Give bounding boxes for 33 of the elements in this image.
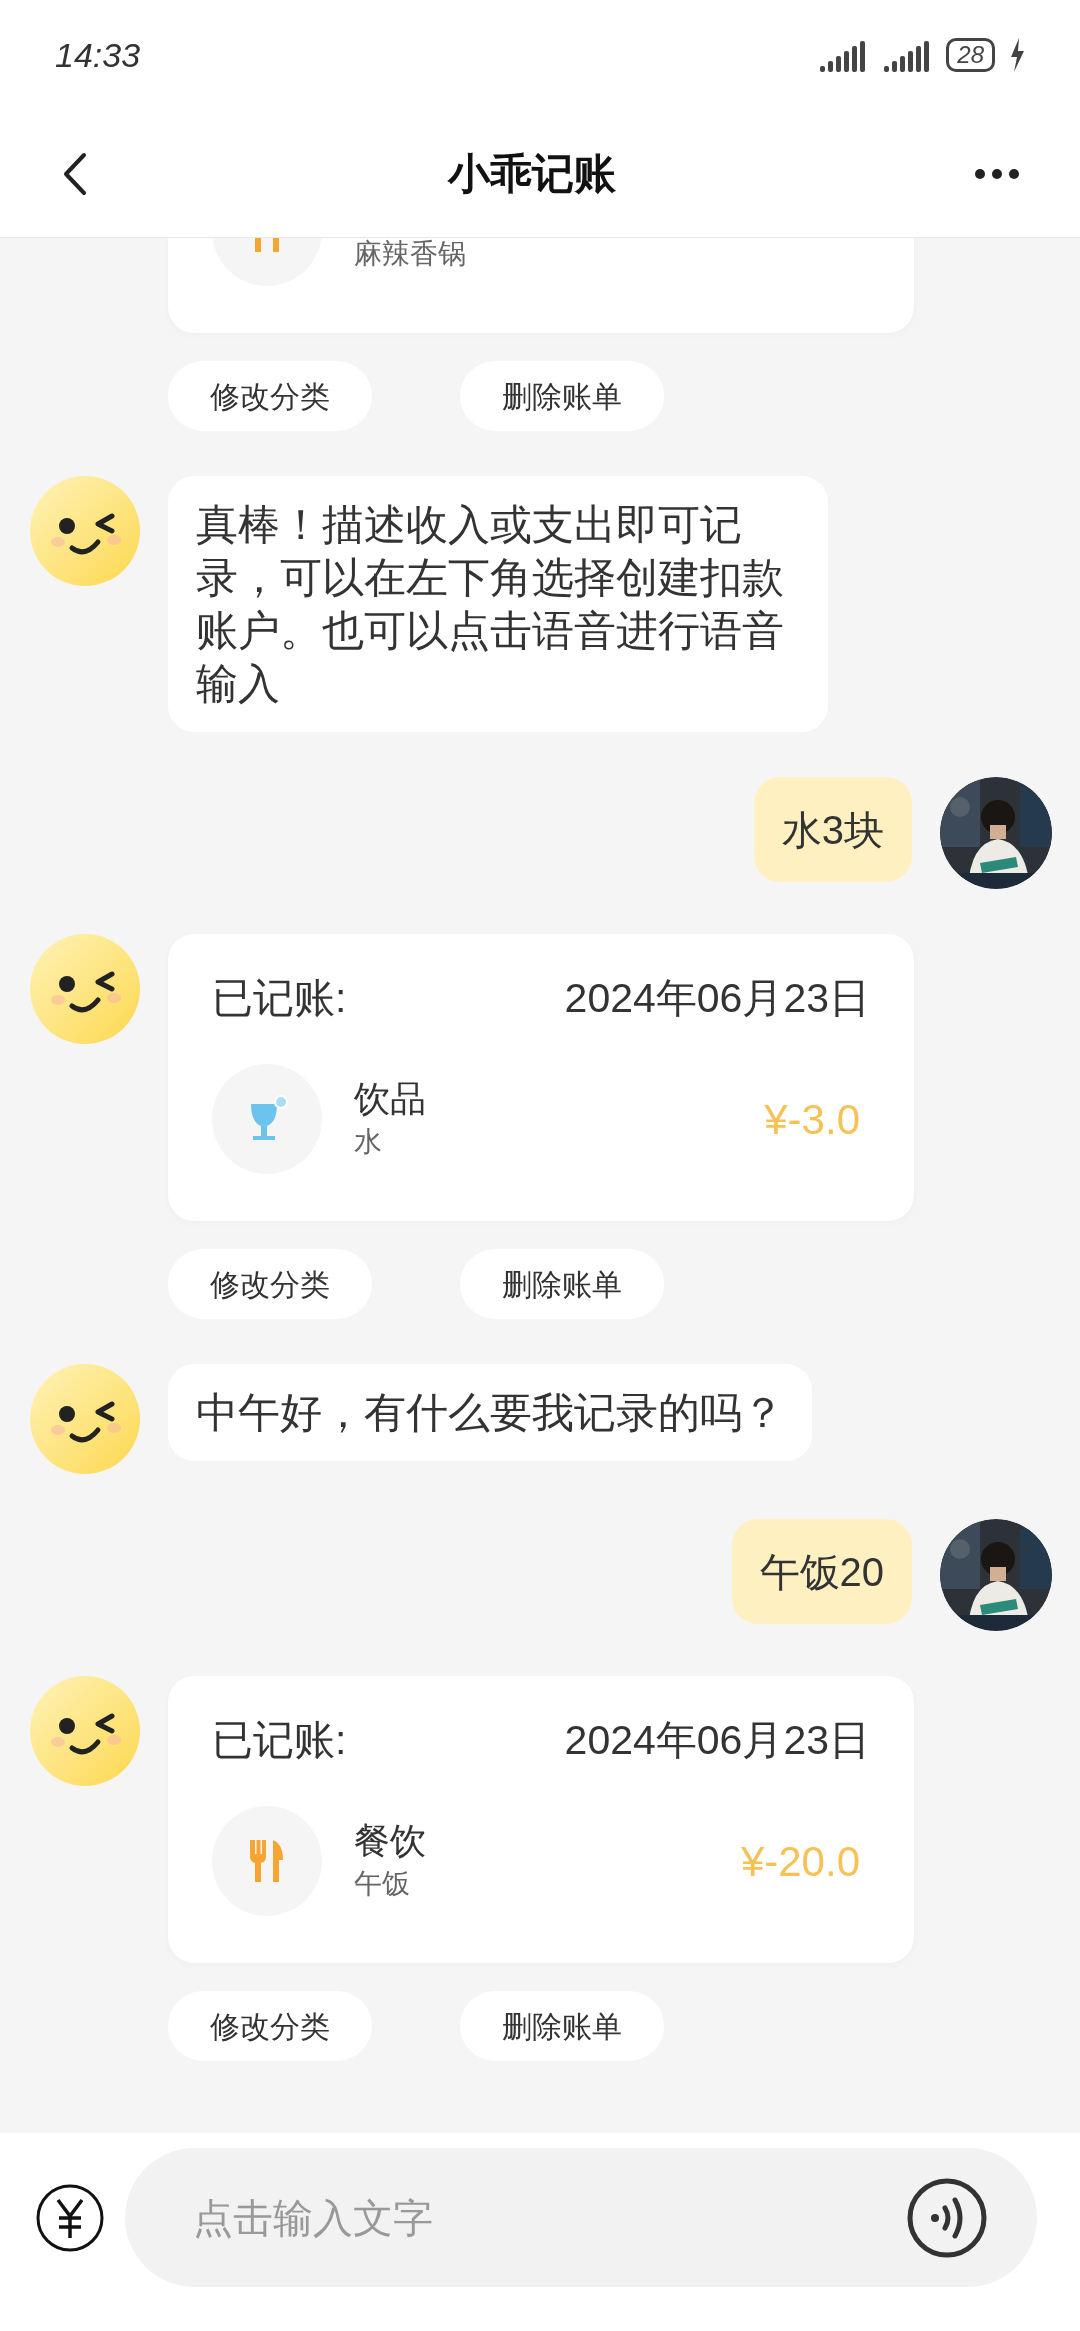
delete-bill-button[interactable]: 删除账单: [460, 1991, 664, 2061]
change-category-button[interactable]: 修改分类: [168, 1991, 372, 2061]
user-message: 午饭20: [731, 1519, 912, 1624]
delete-bill-button[interactable]: 删除账单: [460, 361, 664, 431]
wink-face-icon: [30, 934, 140, 1044]
bot-message: 真棒！描述收入或支出即可记录，可以在左下角选择创建扣款账户。也可以点击语音进行语音输入: [168, 476, 828, 732]
more-icon[interactable]: [974, 167, 1020, 180]
input-bar[interactable]: 点击输入文字: [125, 2148, 1037, 2287]
voice-icon[interactable]: [907, 2177, 987, 2258]
wink-face-icon: [30, 1676, 140, 1786]
page-title: 小乖记账: [448, 149, 616, 199]
recorded-label: 已记账:: [212, 1716, 347, 1766]
record-note: 水: [354, 1125, 383, 1159]
category-name: 饮品: [354, 1077, 427, 1121]
change-category-button[interactable]: 修改分类: [168, 1249, 372, 1319]
charging-icon: [1009, 38, 1025, 72]
record-note: 麻辣香锅: [354, 238, 467, 271]
wink-face-icon: [30, 1364, 140, 1474]
status-time: 14:33: [55, 34, 141, 76]
record-amount: ¥-3.0: [764, 1094, 860, 1145]
bot-message: 中午好，有什么要我记录的吗？: [168, 1364, 812, 1461]
change-category-button[interactable]: 修改分类: [168, 361, 372, 431]
yuan-icon[interactable]: [35, 2183, 105, 2253]
record-date: 2024年06月23日: [564, 974, 870, 1024]
user-message: 水3块: [753, 777, 912, 882]
record-date: 2024年06月23日: [564, 1716, 870, 1766]
wink-face-icon: [30, 476, 140, 586]
record-note: 午饭: [354, 1867, 411, 1901]
battery-icon: 28: [946, 38, 995, 72]
category-name: 餐饮: [354, 1819, 427, 1863]
delete-bill-button[interactable]: 删除账单: [460, 1249, 664, 1319]
record-amount: ¥-20.0: [740, 1836, 860, 1887]
recorded-label: 已记账:: [212, 974, 347, 1024]
